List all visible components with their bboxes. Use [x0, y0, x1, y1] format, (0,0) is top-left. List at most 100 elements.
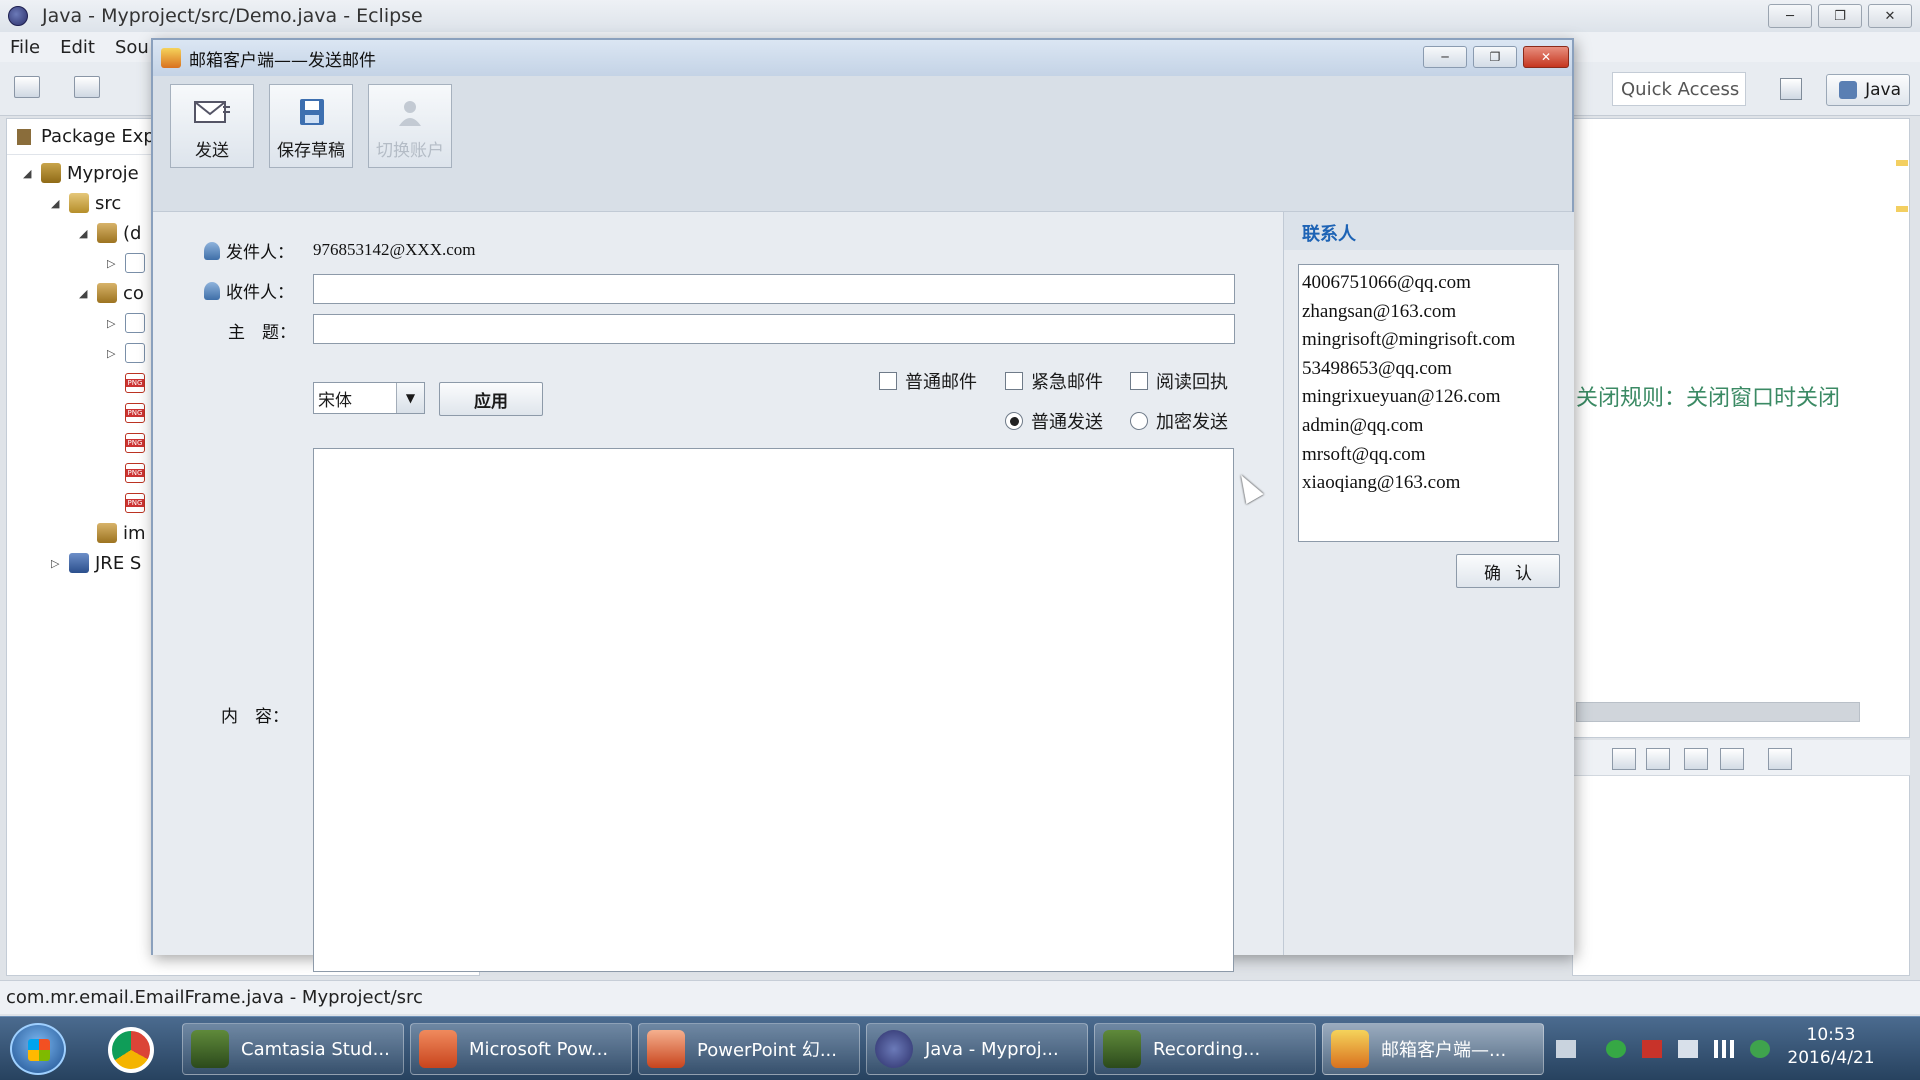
save-disk-icon [300, 99, 324, 125]
new-icon[interactable] [14, 76, 40, 98]
png-file-icon [125, 433, 145, 453]
new-package-icon[interactable] [74, 76, 100, 98]
tree-item-project[interactable]: ◢ Myproje [23, 159, 139, 187]
tree-item-png[interactable] [125, 369, 151, 397]
checkbox-box[interactable] [879, 372, 897, 390]
checkbox-box[interactable] [1005, 372, 1023, 390]
mail-close-button[interactable]: ✕ [1523, 46, 1569, 68]
subject-input[interactable] [313, 314, 1235, 344]
java-app-icon [1331, 1030, 1369, 1068]
slideshow-icon [647, 1030, 685, 1068]
chevron-down-icon[interactable]: ▼ [396, 383, 424, 413]
security-icon[interactable] [1606, 1040, 1626, 1058]
editor-comment-text: 关闭规则：关闭窗口时关闭 [1576, 386, 1841, 411]
radio-encrypted-send[interactable]: 加密发送 [1130, 408, 1228, 434]
tree-item-png[interactable] [125, 489, 151, 517]
mail-maximize-button[interactable]: ❐ [1473, 46, 1517, 68]
contacts-title: 联系人 [1284, 212, 1574, 250]
eclipse-window-title: Java - Myproject/src/Demo.java - Eclipse [42, 5, 423, 27]
package-explorer-title[interactable]: Package Exp [41, 126, 155, 147]
java-file-icon [125, 343, 145, 363]
signal-icon[interactable] [1714, 1040, 1734, 1058]
contact-item[interactable]: 4006751066@qq.com [1302, 269, 1558, 298]
png-file-icon [125, 373, 145, 393]
checkbox-box[interactable] [1130, 372, 1148, 390]
send-button[interactable]: 发送 [170, 84, 254, 168]
open-perspective-icon[interactable] [1780, 78, 1802, 100]
console-pin-icon[interactable] [1646, 748, 1670, 770]
mail-client-window: 邮箱客户端——发送邮件 ─ ❐ ✕ 发送 保存草稿 切换账户 发件人： 9768… [151, 38, 1574, 972]
quick-access-input[interactable]: Quick Access [1612, 72, 1746, 106]
tree-item-package[interactable]: ◢ co [79, 279, 144, 307]
eclipse-logo-icon [8, 6, 28, 26]
radio-button-selected[interactable] [1005, 412, 1023, 430]
radio-normal-send[interactable]: 普通发送 [1005, 408, 1103, 434]
content-textarea[interactable] [313, 448, 1234, 972]
java-perspective-icon [1839, 81, 1858, 99]
jpg-file-icon [97, 523, 117, 543]
java-perspective-button[interactable]: Java [1826, 74, 1910, 106]
mail-toolbar: 发送 保存草稿 切换账户 [153, 76, 1572, 212]
contacts-list[interactable]: 4006751066@qq.com zhangsan@163.com mingr… [1298, 264, 1559, 542]
apply-button[interactable]: 应用 [439, 382, 543, 416]
taskbar-item-recording[interactable]: Recording... [1094, 1023, 1316, 1075]
project-icon [41, 163, 61, 183]
update-icon[interactable] [1750, 1040, 1770, 1058]
tree-item-png[interactable] [125, 399, 151, 427]
tree-item-java-file[interactable]: ▷ [107, 309, 151, 337]
network-shield-icon[interactable] [1642, 1040, 1662, 1058]
console-monitor-icon[interactable] [1720, 748, 1744, 770]
restore-button[interactable]: ❐ [1818, 4, 1862, 28]
keyboard-icon[interactable] [1556, 1040, 1576, 1058]
recording-icon [1103, 1030, 1141, 1068]
contact-item[interactable]: zhangsan@163.com [1302, 298, 1558, 327]
checkbox-urgent-mail[interactable]: 紧急邮件 [1005, 368, 1103, 394]
taskbar-item-powerpoint[interactable]: Microsoft Pow... [410, 1023, 632, 1075]
taskbar-item-powerpoint-slideshow[interactable]: PowerPoint 幻... [638, 1023, 860, 1075]
radio-button[interactable] [1130, 412, 1148, 430]
tree-item-java-file[interactable]: ▷ [107, 339, 151, 367]
contact-item[interactable]: 53498653@qq.com [1302, 355, 1558, 384]
console-open-icon[interactable] [1684, 748, 1708, 770]
tree-item-jre[interactable]: ▷ JRE S [51, 549, 141, 577]
switch-account-button[interactable]: 切换账户 [368, 84, 452, 168]
contact-item[interactable]: mrsoft@qq.com [1302, 441, 1558, 470]
taskbar-item-camtasia[interactable]: Camtasia Stud... [182, 1023, 404, 1075]
confirm-button[interactable]: 确认 [1456, 554, 1560, 588]
minimize-button[interactable]: ─ [1768, 4, 1812, 28]
taskbar-clock[interactable]: 10:53 2016/4/21 [1786, 1024, 1876, 1070]
tree-item-default-package[interactable]: ◢ (d [79, 219, 141, 247]
chrome-icon[interactable] [108, 1027, 154, 1073]
volume-icon[interactable] [1678, 1040, 1698, 1058]
contact-item[interactable]: mingrisoft@mingrisoft.com [1302, 326, 1558, 355]
save-draft-button[interactable]: 保存草稿 [269, 84, 353, 168]
menu-file[interactable]: File [10, 37, 40, 58]
menu-source[interactable]: Sou [115, 37, 149, 58]
console-new-icon[interactable] [1768, 748, 1792, 770]
close-button[interactable]: ✕ [1868, 4, 1912, 28]
editor-area[interactable] [1572, 118, 1910, 738]
console-display-icon[interactable] [1612, 748, 1636, 770]
tree-item-images[interactable]: im [97, 519, 146, 547]
font-select[interactable]: 宋体 ▼ [313, 382, 425, 414]
tree-item-java-file[interactable]: ▷ [107, 249, 151, 277]
recipient-input[interactable] [313, 274, 1235, 304]
contact-item[interactable]: admin@qq.com [1302, 412, 1558, 441]
taskbar-item-mail-client[interactable]: 邮箱客户端—... [1322, 1023, 1544, 1075]
tree-item-png[interactable] [125, 429, 151, 457]
font-select-value: 宋体 [318, 390, 352, 411]
start-button[interactable] [10, 1023, 66, 1075]
overview-ruler [1896, 160, 1908, 310]
tree-item-png[interactable] [125, 459, 151, 487]
console-view[interactable] [1572, 744, 1910, 976]
powerpoint-icon [419, 1030, 457, 1068]
editor-horizontal-scrollbar[interactable] [1576, 702, 1860, 722]
contact-item[interactable]: xiaoqiang@163.com [1302, 469, 1558, 498]
taskbar-item-eclipse[interactable]: Java - Myproj... [866, 1023, 1088, 1075]
checkbox-normal-mail[interactable]: 普通邮件 [879, 368, 977, 394]
menu-edit[interactable]: Edit [60, 37, 95, 58]
mail-minimize-button[interactable]: ─ [1423, 46, 1467, 68]
checkbox-read-receipt[interactable]: 阅读回执 [1130, 368, 1228, 394]
tree-item-src[interactable]: ◢ src [51, 189, 121, 217]
contact-item[interactable]: mingrixueyuan@126.com [1302, 383, 1558, 412]
